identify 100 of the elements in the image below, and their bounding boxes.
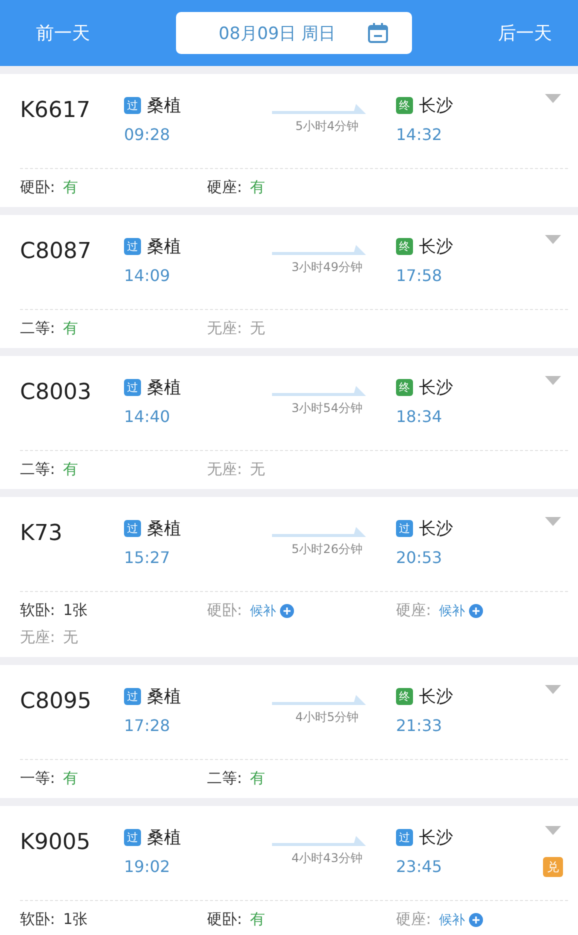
time: 09:28	[124, 125, 172, 144]
dropdown-caret-icon[interactable]	[545, 685, 561, 694]
time: 19:02	[124, 857, 172, 876]
station-name: 长沙	[419, 236, 453, 258]
train-card[interactable]: K9005 过 桑植 19:02 4小时43分钟 过 长沙 23:45 兑 软卧: 1张 硬卧: 有 硬座: 候补	[0, 806, 578, 935]
seat-type: 硬座:	[396, 910, 432, 929]
waitlist-button[interactable]: 候补	[439, 910, 484, 928]
seat-type: 二等:	[20, 460, 56, 479]
time: 15:27	[124, 548, 172, 567]
seat-type: 一等:	[20, 769, 56, 788]
seat-availability: 有	[63, 319, 78, 338]
train-number: C8003	[20, 380, 92, 405]
duration: 5小时26分钟	[292, 541, 362, 558]
seat-availability: 有	[250, 769, 266, 788]
waitlist-button[interactable]: 候补	[250, 602, 294, 620]
station-name: 桑植	[147, 377, 181, 399]
seat-type: 硬座:	[207, 178, 242, 197]
station-badge: 过	[124, 238, 141, 255]
arrow-icon	[272, 386, 366, 396]
train-number: K9005	[20, 830, 92, 855]
station-name: 桑植	[147, 686, 181, 708]
train-number: C8087	[20, 239, 92, 264]
duration: 4小时5分钟	[295, 709, 359, 726]
arrow-icon	[272, 104, 366, 114]
arrow-icon	[272, 527, 366, 537]
plus-icon	[280, 604, 294, 618]
station-badge: 终	[396, 688, 413, 705]
train-card[interactable]: K73 过 桑植 15:27 5小时26分钟 过 长沙 20:53 软卧: 1张 硬卧: 候补 硬座: 候补 无座: 无	[0, 497, 578, 657]
station-name: 长沙	[419, 518, 453, 540]
station-badge: 终	[396, 238, 413, 255]
seat-type: 无座:	[20, 628, 56, 647]
seat-type: 硬座:	[396, 601, 432, 620]
train-number: K73	[20, 521, 64, 546]
waitlist-button[interactable]: 候补	[439, 602, 484, 620]
duration: 3小时49分钟	[292, 259, 362, 276]
station-badge: 过	[396, 520, 413, 537]
seat-type: 软卧:	[20, 601, 56, 620]
station-name: 长沙	[419, 95, 453, 117]
time: 17:58	[396, 266, 444, 285]
seat-type: 硬卧:	[207, 910, 242, 929]
station-badge: 过	[124, 520, 141, 537]
plus-icon	[469, 604, 484, 618]
seat-availability: 1张	[63, 601, 88, 620]
station-name: 桑植	[147, 518, 181, 540]
seat-availability: 无	[63, 628, 78, 647]
station-name: 桑植	[147, 236, 181, 258]
station-badge: 过	[124, 688, 141, 705]
dropdown-caret-icon[interactable]	[545, 826, 561, 835]
calendar-icon[interactable]	[367, 22, 390, 44]
station-name: 桑植	[147, 95, 181, 117]
seat-type: 硬卧:	[20, 178, 56, 197]
station-badge: 终	[396, 97, 413, 114]
station-badge: 过	[124, 379, 141, 396]
station-name: 长沙	[419, 686, 453, 708]
time: 14:32	[396, 125, 444, 144]
dropdown-caret-icon[interactable]	[545, 94, 561, 103]
seat-availability: 无	[250, 460, 266, 479]
train-number: C8095	[20, 689, 92, 714]
arrow-icon	[272, 245, 366, 255]
station-badge: 过	[396, 829, 413, 846]
station-name: 长沙	[419, 377, 453, 399]
seat-type: 二等:	[207, 769, 242, 788]
seat-availability: 有	[63, 769, 78, 788]
time: 17:28	[124, 716, 172, 735]
seat-availability: 有	[250, 178, 266, 197]
time: 14:40	[124, 407, 172, 426]
dropdown-caret-icon[interactable]	[545, 376, 561, 385]
seat-availability: 有	[63, 460, 78, 479]
train-card[interactable]: K6617 过 桑植 09:28 5小时4分钟 终 长沙 14:32 硬卧: 有 硬座: 有	[0, 74, 578, 207]
seat-availability: 有	[250, 910, 266, 929]
train-card[interactable]: C8003 过 桑植 14:40 3小时54分钟 终 长沙 18:34 二等: 有 无座: 无	[0, 356, 578, 489]
time: 14:09	[124, 266, 172, 285]
station-badge: 终	[396, 379, 413, 396]
plus-icon	[469, 912, 484, 926]
train-card[interactable]: C8095 过 桑植 17:28 4小时5分钟 终 长沙 21:33 一等: 有 二等: 有	[0, 665, 578, 798]
seat-type: 无座:	[207, 460, 242, 479]
seat-availability: 1张	[63, 910, 88, 929]
seat-type: 硬卧:	[207, 601, 242, 620]
seat-type: 无座:	[207, 319, 242, 338]
time: 20:53	[396, 548, 444, 567]
exchange-tag: 兑	[543, 857, 563, 877]
arrow-icon	[272, 695, 366, 705]
station-badge: 过	[124, 829, 141, 846]
seat-availability: 无	[250, 319, 266, 338]
station-badge: 过	[124, 97, 141, 114]
seat-type: 软卧:	[20, 910, 56, 929]
time: 23:45	[396, 857, 444, 876]
station-name: 桑植	[147, 827, 181, 849]
station-name: 长沙	[419, 827, 453, 849]
dropdown-caret-icon[interactable]	[545, 235, 561, 244]
duration: 4小时43分钟	[292, 850, 362, 867]
time: 18:34	[396, 407, 444, 426]
train-number: K6617	[20, 98, 92, 123]
train-card[interactable]: C8087 过 桑植 14:09 3小时49分钟 终 长沙 17:58 二等: 有 无座: 无	[0, 215, 578, 348]
duration: 3小时54分钟	[292, 400, 362, 417]
dropdown-caret-icon[interactable]	[545, 517, 561, 526]
seat-type: 二等:	[20, 319, 56, 338]
duration: 5小时4分钟	[295, 118, 359, 135]
arrow-icon	[272, 836, 366, 846]
seat-availability: 有	[63, 178, 78, 197]
